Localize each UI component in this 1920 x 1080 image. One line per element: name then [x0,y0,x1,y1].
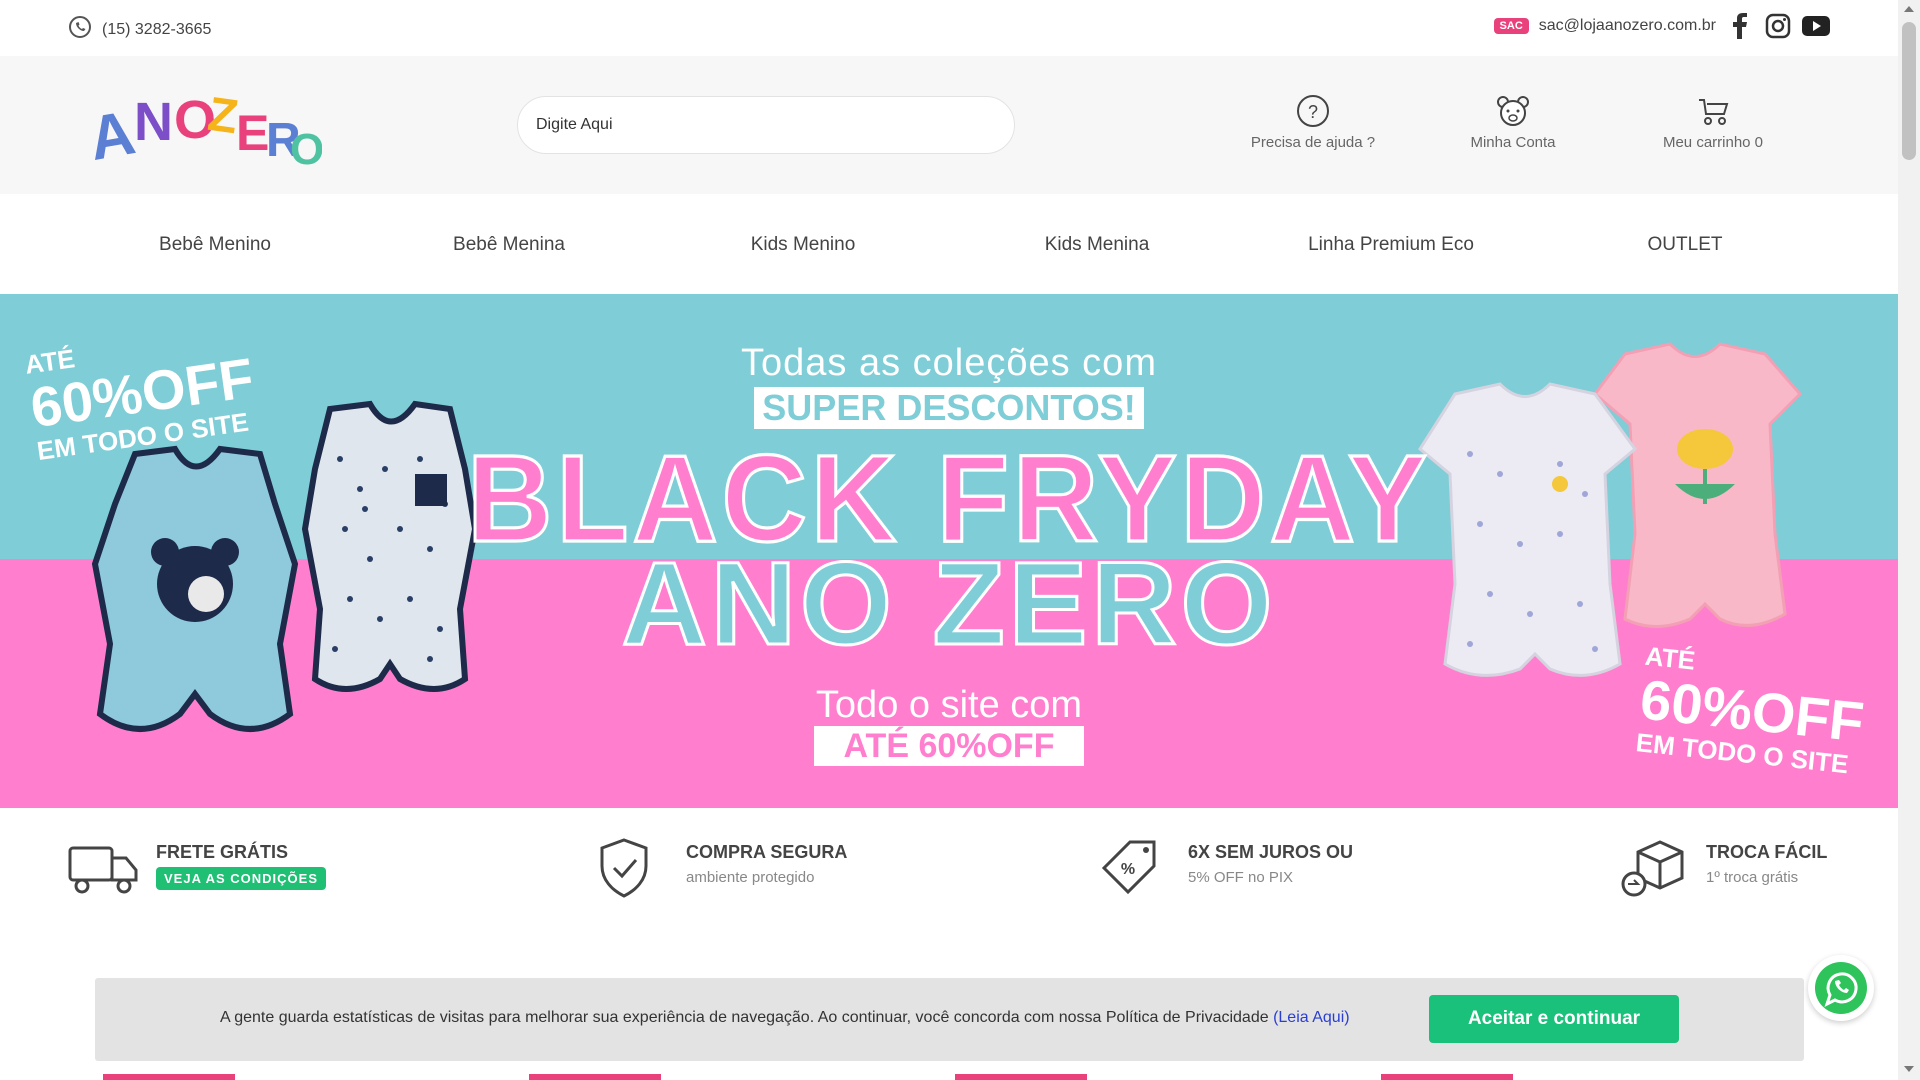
privacy-policy-link[interactable]: (Leia Aqui) [1273,1009,1350,1026]
feature-frete-gratis: FRETE GRÁTIS VEJA AS CONDIÇÕES [68,838,327,898]
scroll-down-arrow[interactable] [1904,1066,1914,1072]
feature-subtitle: 1º troca grátis [1706,869,1799,886]
section-accent-bar [529,1074,661,1080]
truck-icon [68,846,138,894]
facebook-icon[interactable] [1726,12,1754,40]
features-strip: FRETE GRÁTIS VEJA AS CONDIÇÕES COMPRA SE… [0,808,1898,918]
feature-subtitle: 5% OFF no PIX [1188,869,1294,886]
phone-contact[interactable]: (15) 3282-3665 [68,15,211,44]
scroll-up-arrow[interactable] [1904,6,1914,12]
whatsapp-icon [68,15,92,44]
svg-text:N: N [134,92,173,152]
stroller-cart-icon [1699,99,1729,125]
feature-sem-juros: % 6X SEM JUROS OU 5% OFF no PIX [1100,838,1353,898]
section-accent-bar [103,1074,235,1080]
feature-subtitle: ambiente protegido [686,869,815,886]
sac-badge: SAC [1493,18,1529,34]
svg-text:A: A [86,98,140,174]
nav-item-bebe-menina[interactable]: Bebê Menina [453,234,565,256]
category-nav: Bebê Menino Bebê Menina Kids Menino Kids… [0,194,1898,294]
accept-cookies-button[interactable]: Aceitar e continuar [1429,995,1679,1043]
nav-item-bebe-menino[interactable]: Bebê Menino [159,234,271,256]
cart-label: Meu carrinho 0 [1662,134,1764,151]
feature-title: COMPRA SEGURA [686,842,848,862]
cookie-message: A gente guarda estatísticas de visitas p… [220,1009,1350,1027]
whatsapp-float-button[interactable] [1808,955,1874,1021]
see-conditions-button[interactable]: VEJA AS CONDIÇÕES [156,867,327,890]
help-link[interactable]: ? Precisa de ajuda ? [1228,94,1398,151]
nav-item-outlet[interactable]: OUTLET [1648,234,1723,256]
account-link[interactable]: Minha Conta [1428,94,1598,151]
black-friday-banner[interactable]: ATÉ 60%OFF EM TODO O SITE ATÉ 60%OFF EM … [0,294,1898,808]
nav-item-kids-menina[interactable]: Kids Menina [1045,234,1150,256]
banner-subline-highlight: ATÉ 60%OFF [813,726,1085,766]
topbar-right: SAC sac@lojaanozero.com.br [1493,12,1830,40]
bear-icon [1497,96,1529,126]
nav-item-kids-menino[interactable]: Kids Menino [751,234,856,256]
section-accent-bar [1381,1074,1513,1080]
box-return-icon [1621,840,1684,897]
shield-check-icon [600,838,648,898]
phone-number: (15) 3282-3665 [102,20,212,38]
cookie-text: A gente guarda estatísticas de visitas p… [220,1009,1274,1026]
banner-headline-highlight: SUPER DESCONTOS! [754,387,1144,429]
svg-text:E: E [236,105,269,161]
discount-tag-icon: % [1101,840,1156,895]
cart-link[interactable]: Meu carrinho 0 [1628,94,1798,151]
nav-item-linha-premium-eco[interactable]: Linha Premium Eco [1308,234,1474,256]
feature-title: FRETE GRÁTIS [156,842,289,862]
sac-email-link[interactable]: sac@lojaanozero.com.br [1539,17,1716,35]
cookie-consent-bar: A gente guarda estatísticas de visitas p… [95,978,1804,1061]
whatsapp-icon [1815,962,1867,1014]
account-label: Minha Conta [1470,134,1556,151]
feature-title: TROCA FÁCIL [1706,842,1828,862]
banner-subline: Todo o site com [815,684,1083,726]
svg-text:?: ? [1308,102,1318,122]
top-bar: (15) 3282-3665 SAC sac@lojaanozero.com.b… [0,0,1898,56]
feature-compra-segura: COMPRA SEGURA ambiente protegido [598,838,847,898]
banner-headline: Todas as coleções com [741,342,1157,384]
scroll-thumb[interactable] [1902,22,1916,160]
svg-text:%: % [1121,861,1135,878]
feature-troca-facil: TROCA FÁCIL 1º troca grátis [1618,838,1827,898]
anozero-logo[interactable]: A N O Z E R O [84,78,324,174]
section-accent-bar [955,1074,1087,1080]
svg-text:O: O [290,125,322,174]
page-scrollbar[interactable] [1898,0,1920,1080]
site-header: A N O Z E R O ? Precisa de ajuda ? Minha… [0,56,1898,194]
banner-title-ano-zero: ANO ZERO [620,538,1277,670]
help-label: Precisa de ajuda ? [1250,134,1376,151]
youtube-icon[interactable] [1802,12,1830,40]
feature-title: 6X SEM JUROS OU [1188,842,1354,862]
instagram-icon[interactable] [1764,12,1792,40]
search-input[interactable] [517,96,1015,154]
question-circle-icon: ? [1297,95,1329,127]
